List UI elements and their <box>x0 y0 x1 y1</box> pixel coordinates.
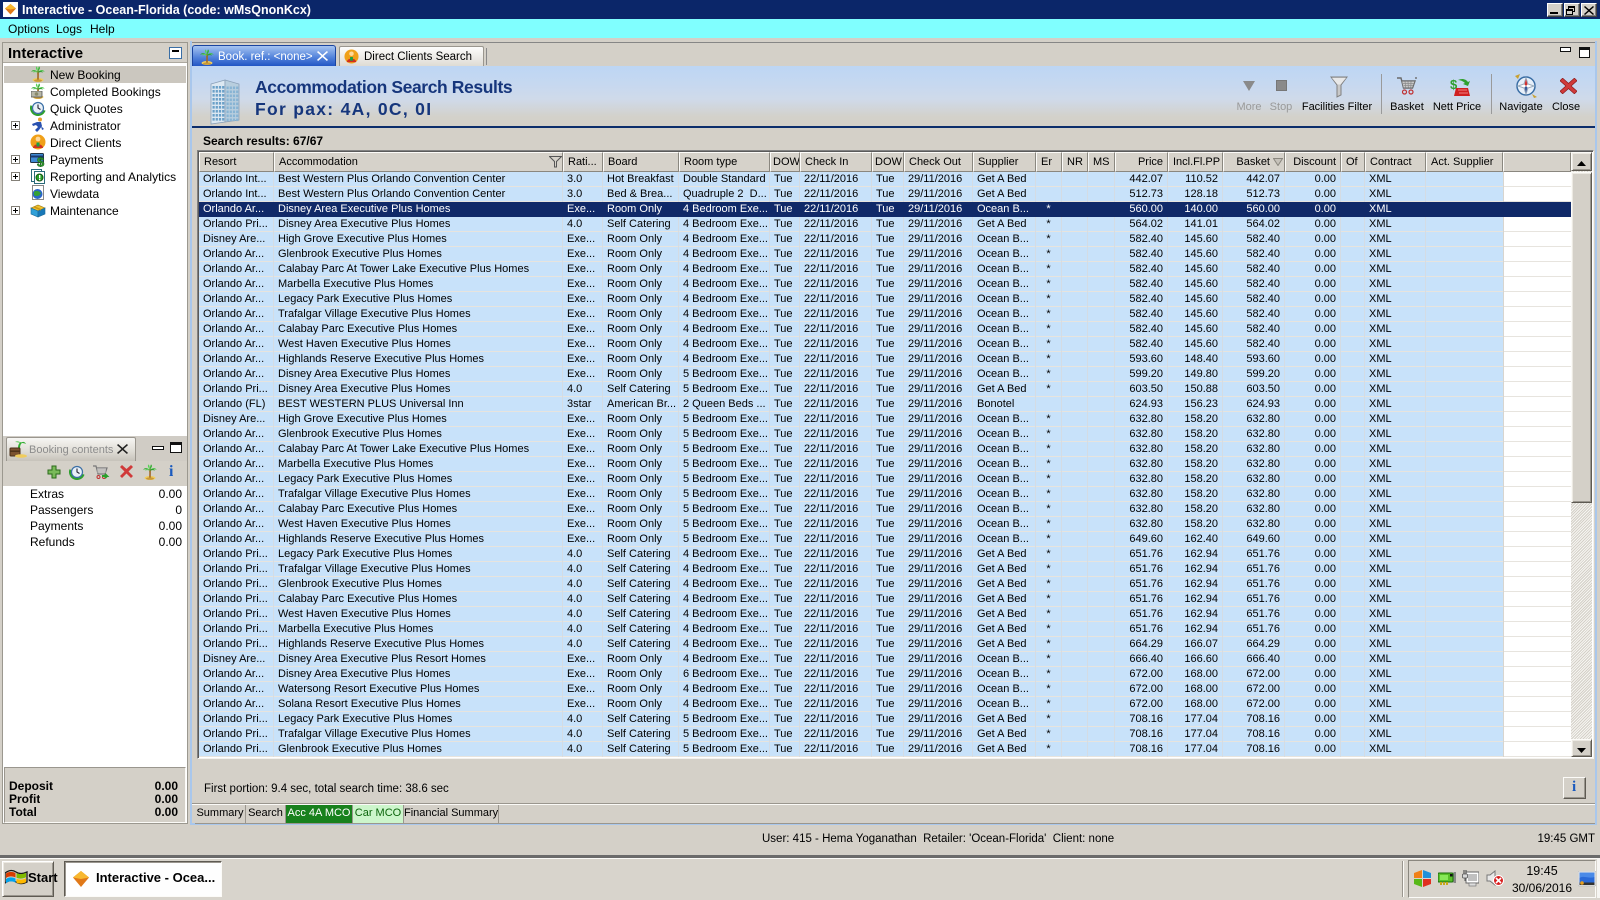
svg-text:$: $ <box>37 155 45 168</box>
